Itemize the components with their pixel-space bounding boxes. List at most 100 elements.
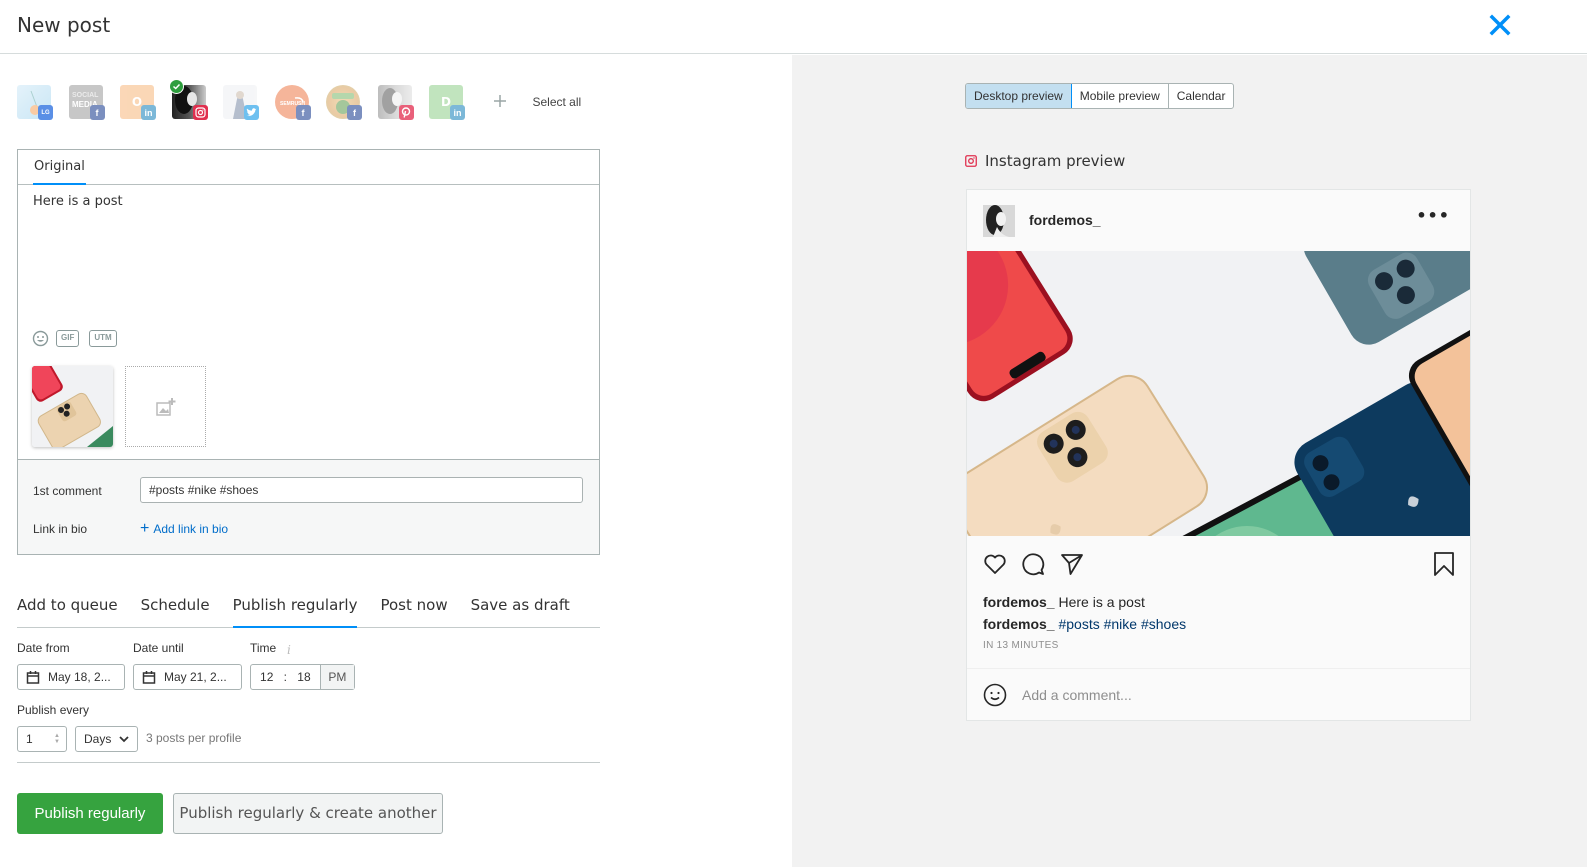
instagram-icon [192,105,208,120]
calendar-button[interactable]: Calendar [1169,84,1234,108]
instagram-icon [965,155,977,167]
date-from-input[interactable]: May 18, 2... [17,664,125,690]
date-until-value: May 21, 2... [164,670,227,684]
info-icon[interactable]: i [287,643,291,657]
twitter-icon [244,105,259,120]
publish-every-label: Publish every [17,703,90,717]
caption-username[interactable]: fordemos_ [983,594,1055,610]
post-caption: fordemos_ Here is a post [983,594,1145,610]
instagram-preview-title: Instagram preview [965,152,1125,170]
plus-icon [493,95,506,107]
stepper-arrows-icon[interactable]: ▲ ▼ [54,733,60,745]
profile-avatar[interactable]: D in [429,84,465,120]
profile-avatar[interactable] [223,84,259,120]
profile-avatar[interactable]: O in [120,84,156,120]
profile-avatar[interactable]: SEMRUSH f [274,84,311,120]
publish-every-value: 1 [26,732,33,746]
date-from-label: Date from [17,641,70,655]
post-first-comment: fordemos_ #posts #nike #shoes [983,616,1186,632]
tab-original[interactable]: Original [33,150,86,185]
add-link-in-bio-button[interactable]: + Add link in bio [140,520,229,537]
emoji-icon[interactable] [32,330,49,347]
modal-header: New post [0,0,1587,54]
post-actions [983,552,1455,578]
linkedin-icon: in [450,105,465,120]
add-profile-button[interactable] [490,92,510,112]
publish-every-unit-select[interactable]: Days [75,726,138,752]
post-time: IN 13 MINUTES [983,640,1059,651]
facebook-icon: f [89,105,105,120]
time-hour-input[interactable]: 12 [251,670,282,684]
tab-save-as-draft[interactable]: Save as draft [471,585,570,628]
pinterest-icon [398,105,414,120]
linkedin-icon: in [141,105,156,120]
time-input: 12 : 18 PM [250,664,355,690]
preview-panel: Desktop preview Mobile preview Calendar … [792,55,1587,867]
add-link-label: Add link in bio [153,522,229,536]
profile-avatar[interactable] [377,84,414,120]
publish-every-stepper[interactable]: 1 ▲ ▼ [17,726,67,752]
publish-regularly-button[interactable]: Publish regularly [17,793,163,834]
publish-and-create-another-button[interactable]: Publish regularly & create another [173,793,443,834]
post-image [967,251,1470,536]
comment-hashtags[interactable]: #posts #nike #shoes [1058,616,1186,632]
desktop-preview-button[interactable]: Desktop preview [966,84,1072,108]
profile-avatar[interactable]: LG [17,84,53,120]
more-options-icon[interactable]: ••• [1416,206,1450,225]
tab-schedule[interactable]: Schedule [141,585,210,628]
date-until-label: Date until [133,641,184,655]
time-minute-input[interactable]: 18 [288,670,319,684]
calendar-icon [142,671,156,684]
post-text-input[interactable]: Here is a post [33,194,583,324]
composer-panel: LG SOCIAL MEDIA f O in SEMRUSH f f D in … [0,55,792,867]
link-in-bio-label: Link in bio [33,522,88,536]
svg-text:SOCIAL: SOCIAL [72,92,99,99]
gif-button[interactable]: GIF [56,330,80,347]
time-label: Time [250,641,277,655]
tab-post-now[interactable]: Post now [380,585,447,628]
preview-title-text: Instagram preview [985,152,1126,170]
profile-avatar[interactable]: SOCIAL MEDIA f [68,84,105,120]
posts-per-profile: 3 posts per profile [146,731,242,745]
profile-avatar[interactable]: f [326,84,362,120]
comment-username[interactable]: fordemos_ [983,616,1055,632]
first-comment-input[interactable] [140,477,583,503]
media-list [32,366,206,447]
unit-value: Days [84,732,112,746]
select-all-link[interactable]: Select all [533,95,582,109]
add-comment-bar [967,668,1470,720]
profile-avatar-selected[interactable] [168,79,208,120]
facebook-icon: f [295,105,311,120]
share-send-icon[interactable] [1060,552,1084,576]
post-username[interactable]: fordemos_ [1029,212,1101,228]
google-business-icon: LG [38,105,53,120]
utm-button[interactable]: UTM [89,330,117,347]
caption-text: Here is a post [1058,594,1145,610]
comment-icon[interactable] [1021,552,1045,576]
editor-toolbar: GIF UTM [32,330,127,347]
publish-mode-tabs: Add to queue Schedule Publish regularly … [17,585,600,628]
selected-check-icon [168,79,184,94]
date-until-input[interactable]: May 21, 2... [133,664,242,690]
add-media-button[interactable] [125,366,206,447]
close-button[interactable] [1487,12,1513,38]
preview-mode-toggle: Desktop preview Mobile preview Calendar [965,83,1235,109]
emoji-icon[interactable] [983,683,1007,707]
post-extras: 1st comment Link in bio + Add link in bi… [17,459,600,555]
add-comment-input[interactable] [1022,682,1442,708]
add-image-icon [155,397,175,416]
tab-add-to-queue[interactable]: Add to queue [17,585,118,628]
avatar[interactable] [983,205,1015,237]
editor-tabs: Original [18,150,599,185]
like-heart-icon[interactable] [983,552,1007,576]
first-comment-label: 1st comment [33,484,102,498]
tab-publish-regularly[interactable]: Publish regularly [232,585,358,628]
ampm-toggle[interactable]: PM [319,665,355,689]
instagram-post-card: fordemos_ ••• fordemos_ Here is a post f… [966,189,1471,721]
bookmark-icon[interactable] [1433,552,1455,576]
plus-icon: + [140,520,150,537]
chevron-down-icon [119,736,129,743]
media-thumbnail[interactable] [32,366,113,447]
page-title: New post [17,13,111,37]
mobile-preview-button[interactable]: Mobile preview [1072,84,1169,108]
